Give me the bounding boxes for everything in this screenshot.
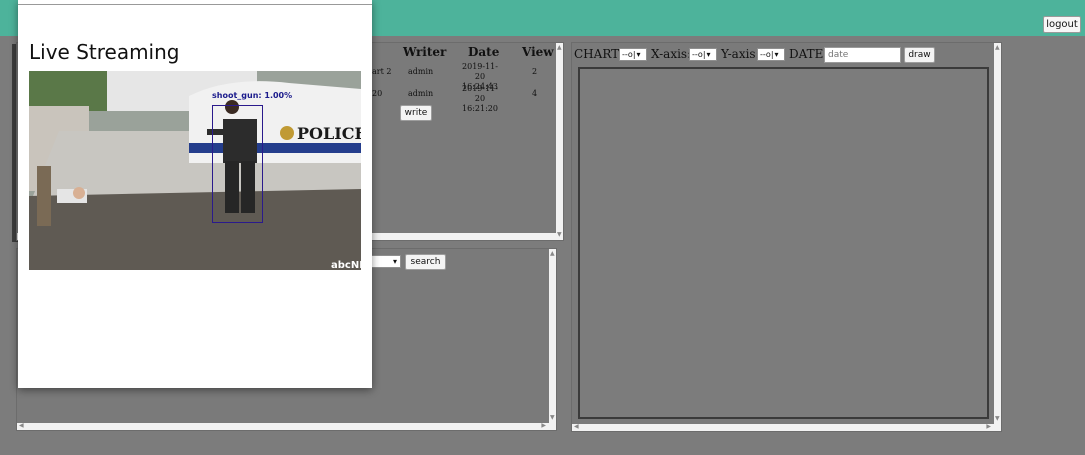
post-date: 2019-11-20	[462, 62, 498, 81]
y-axis-value: --o|	[760, 50, 774, 59]
y-axis-label: Y-axis:	[721, 47, 760, 61]
live-video-feed: POLICE abcNEWS shoot_gun: 1.00%	[29, 71, 361, 270]
modal-title: Live Streaming	[29, 40, 180, 64]
search-button[interactable]: search	[405, 254, 446, 270]
chart-vertical-scrollbar[interactable]: ▲ ▼	[994, 43, 1001, 431]
chart-horizontal-scrollbar[interactable]: ◀ ▶	[572, 424, 1001, 431]
chevron-down-icon: ▾	[392, 257, 397, 266]
x-axis-label: X-axis:	[651, 47, 692, 61]
search-vertical-scrollbar[interactable]: ▲ ▼	[549, 249, 556, 430]
modal-divider	[18, 4, 372, 5]
column-header-writer: Writer	[403, 45, 447, 59]
x-axis-select[interactable]: --o| ▾	[689, 48, 717, 61]
column-header-date: Date	[468, 45, 500, 59]
chevron-down-icon: ▾	[706, 50, 711, 59]
chart-type-label: CHART:	[574, 47, 623, 61]
date-input[interactable]	[824, 47, 901, 63]
y-axis-select[interactable]: --o| ▾	[757, 48, 785, 61]
post-view-cell: 2	[532, 67, 538, 76]
chart-type-value: --o|	[622, 50, 636, 59]
post-date: 2019-11-20	[462, 84, 498, 103]
post-time: 16:21:20	[462, 104, 498, 113]
column-header-view: View	[522, 45, 554, 59]
video-frame-image: POLICE abcNEWS	[29, 71, 361, 270]
post-writer-cell: admin	[408, 67, 434, 76]
car-police-text: POLICE	[297, 124, 361, 143]
chart-type-select[interactable]: --o| ▾	[619, 48, 647, 61]
abc-news-watermark: abcNEWS	[331, 260, 361, 270]
chevron-down-icon: ▾	[636, 50, 641, 59]
post-date-cell: 2019-11-20 16:21:20	[458, 84, 502, 114]
detection-label: shoot_gun: 1.00%	[212, 91, 293, 100]
logout-button[interactable]: logout	[1043, 16, 1081, 33]
date-label: DATE:	[789, 47, 828, 61]
draw-button[interactable]: draw	[904, 47, 935, 63]
chevron-down-icon: ▾	[774, 50, 779, 59]
write-button[interactable]: write	[400, 105, 432, 121]
detection-bounding-box	[212, 105, 263, 223]
post-title-cell[interactable]: art 2	[372, 67, 391, 77]
chart-canvas[interactable]	[578, 67, 989, 419]
post-view-cell: 4	[532, 89, 538, 98]
x-axis-value: --o|	[692, 50, 706, 59]
board-vertical-scrollbar[interactable]: ▲ ▼	[556, 43, 563, 240]
search-horizontal-scrollbar[interactable]: ◀ ▶	[17, 423, 556, 430]
post-title-cell[interactable]: 20	[372, 89, 382, 99]
live-streaming-modal: Live Streaming POLICE abcNEWS shoot_gun:…	[18, 0, 372, 388]
post-writer-cell: admin	[408, 89, 434, 98]
